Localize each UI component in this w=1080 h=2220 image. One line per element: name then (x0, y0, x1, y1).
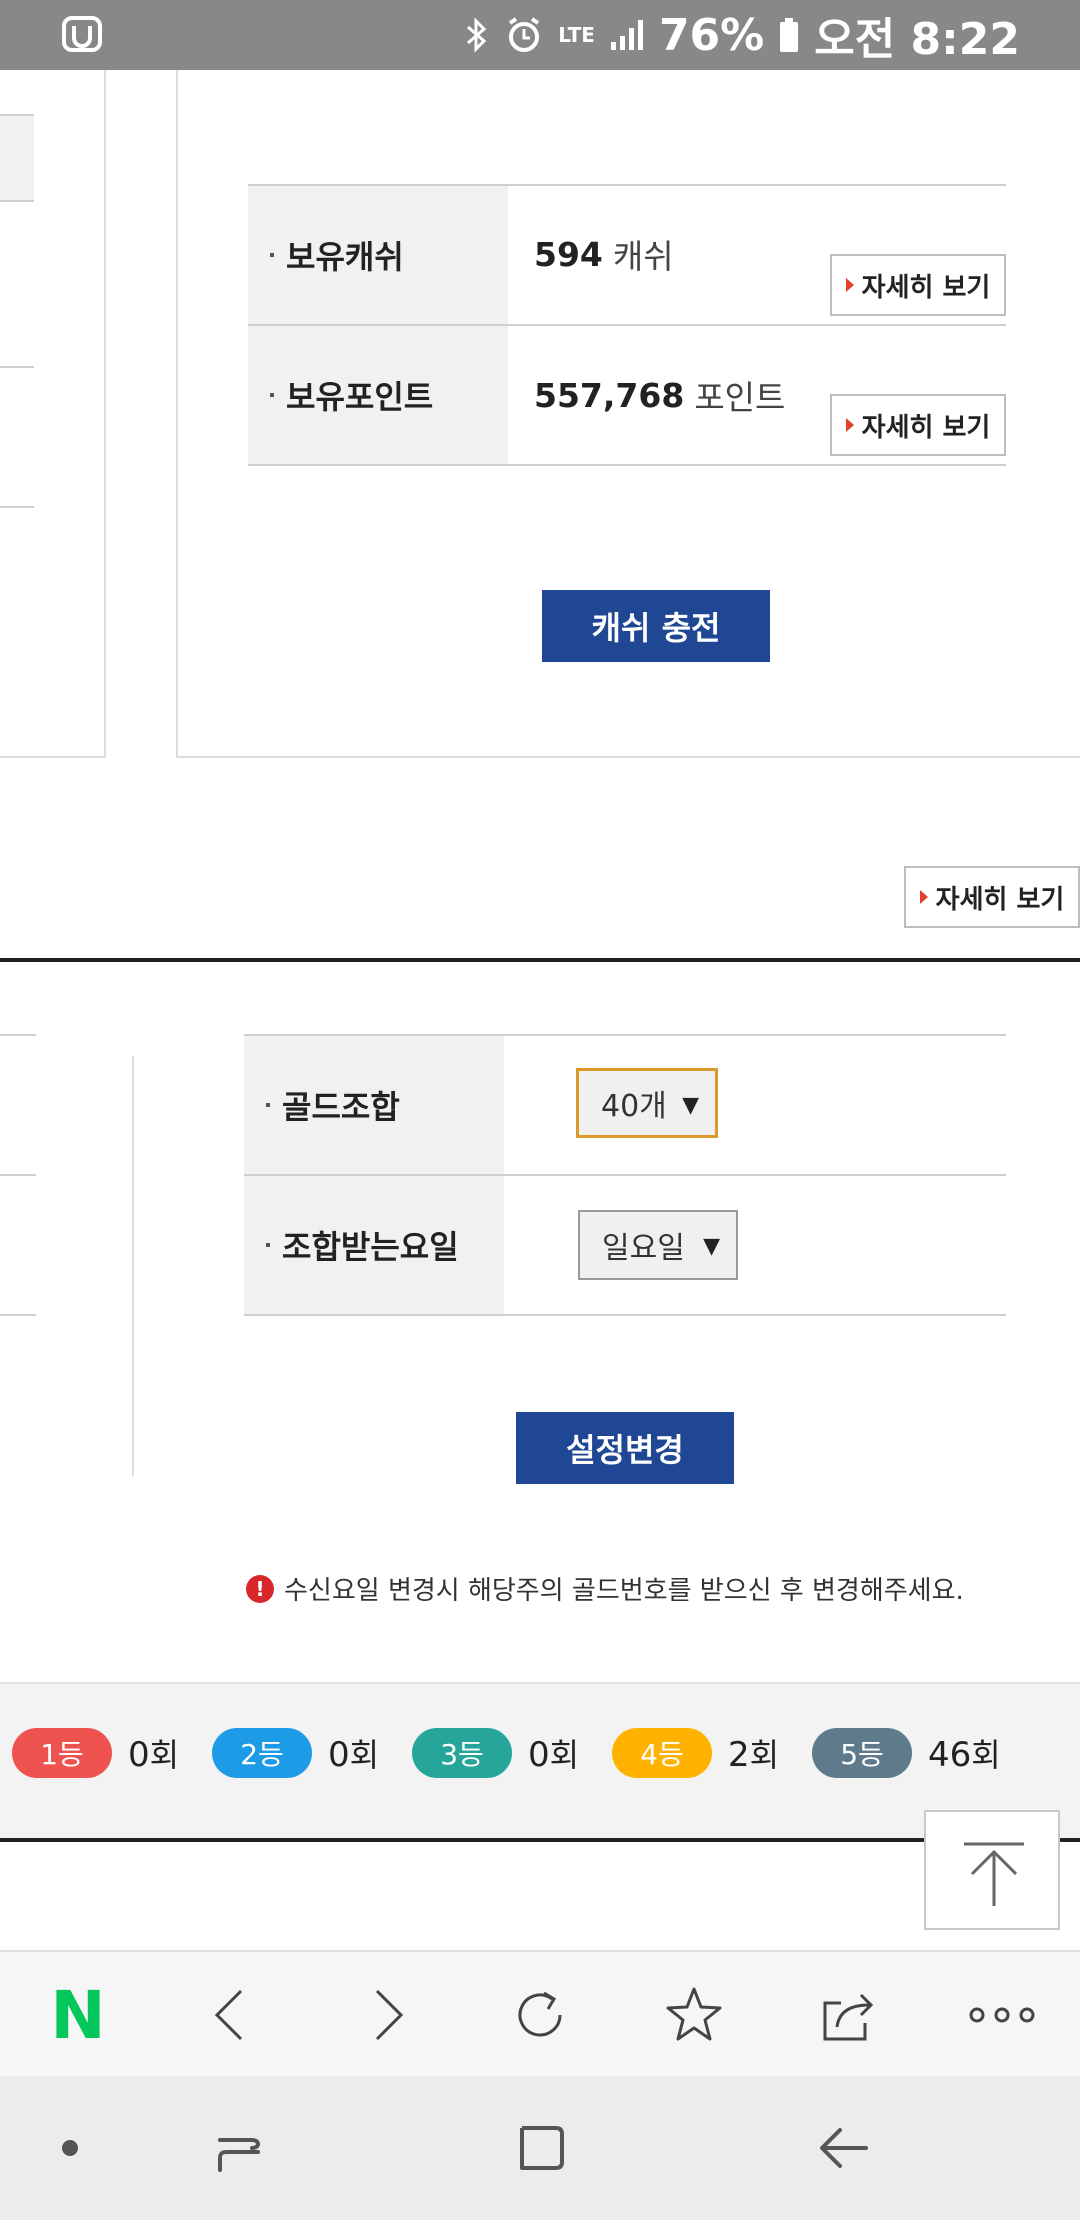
receive-day-label: 조합받는요일 (244, 1176, 504, 1314)
rank-suffix: 회 (971, 1736, 1001, 1774)
rank-count: 0 (128, 1735, 150, 1775)
left-panel-header (0, 114, 34, 202)
section-divider (0, 1838, 1080, 1842)
rank-suffix: 회 (549, 1736, 580, 1774)
bluetooth-icon (464, 17, 490, 53)
rank-badge: 4등 (612, 1728, 712, 1778)
refresh-icon[interactable] (480, 1952, 600, 2078)
settings-change-button[interactable]: 설정변경 (516, 1412, 734, 1484)
left-panel-divider (0, 366, 34, 368)
scroll-top-button[interactable] (924, 1810, 1060, 1930)
gold-combo-select[interactable]: 40개 ▼ (576, 1068, 718, 1138)
rank-item-4: 4등 2회 (612, 1728, 779, 1778)
alarm-icon (504, 15, 544, 55)
rank-suffix: 회 (349, 1736, 380, 1774)
rank-item-3: 3등 0회 (412, 1728, 579, 1778)
point-unit: 포인트 (694, 378, 786, 417)
recent-apps-icon[interactable] (170, 2076, 310, 2220)
caret-down-icon: ▼ (682, 1093, 699, 1118)
triangle-right-icon (845, 418, 854, 432)
gold-combo-row: 골드조합 40개 ▼ (244, 1036, 1006, 1176)
system-nav-bar (0, 2076, 1080, 2220)
point-amount: 557,768 (534, 375, 685, 415)
cash-row: 보유캐쉬 594 캐쉬 자세히 보기 (248, 186, 1006, 326)
star-icon[interactable] (634, 1952, 754, 2078)
clock: 오전 8:22 (814, 14, 1020, 65)
receive-day-select[interactable]: 일요일 ▼ (578, 1210, 738, 1280)
rank-badge: 2등 (212, 1728, 312, 1778)
rank-badge: 3등 (412, 1728, 512, 1778)
gold-settings-table: 골드조합 40개 ▼ 조합받는요일 일요일 ▼ (244, 1034, 1006, 1316)
receive-day-row: 조합받는요일 일요일 ▼ (244, 1176, 1006, 1316)
lte-indicator: LTE (558, 23, 595, 47)
rank-suffix: 회 (749, 1736, 780, 1774)
rank-item-1: 1등 0회 (12, 1728, 179, 1778)
warning-icon: ! (246, 1574, 274, 1603)
battery-percent: 76% (658, 9, 765, 61)
naver-logo[interactable]: N (18, 1952, 138, 2078)
notice-text: 수신요일 변경시 해당주의 골드번호를 받으신 후 변경해주세요. (284, 1576, 964, 1606)
browser-toolbar: N (0, 1950, 1080, 2076)
left-panel-divider (0, 1034, 36, 1036)
rank-count: 0 (528, 1735, 550, 1775)
cash-amount: 594 (534, 234, 603, 274)
rank-badge: 5등 (812, 1728, 912, 1778)
arrow-up-icon (964, 1842, 1024, 1906)
section-divider (0, 958, 1080, 962)
rank-count: 46 (928, 1735, 972, 1775)
home-icon[interactable] (472, 2076, 612, 2220)
cash-unit: 캐쉬 (612, 237, 674, 276)
page-content: 보유캐쉬 594 캐쉬 자세히 보기 보유포인트 557,768 포인트 자세히… (0, 70, 1080, 1950)
triangle-right-icon (919, 890, 928, 904)
gold-combo-label: 골드조합 (244, 1036, 504, 1174)
rank-count: 0 (328, 1735, 350, 1775)
rank-badge: 1등 (12, 1728, 112, 1778)
point-label: 보유포인트 (248, 326, 508, 464)
point-detail-button[interactable]: 자세히 보기 (830, 394, 1006, 456)
rank-suffix: 회 (149, 1736, 180, 1774)
cash-detail-button[interactable]: 자세히 보기 (830, 254, 1006, 316)
notice: ! 수신요일 변경시 해당주의 골드번호를 받으신 후 변경해주세요. (246, 1570, 964, 1607)
uplus-app-icon (62, 16, 102, 52)
left-panel-divider (0, 1174, 36, 1176)
left-panel-divider (0, 506, 34, 508)
cash-table: 보유캐쉬 594 캐쉬 자세히 보기 보유포인트 557,768 포인트 자세히… (248, 184, 1006, 466)
cash-label: 보유캐쉬 (248, 186, 508, 324)
point-row: 보유포인트 557,768 포인트 자세히 보기 (248, 326, 1006, 466)
signal-icon (609, 18, 645, 52)
forward-icon[interactable] (328, 1952, 448, 2078)
rank-count: 2 (728, 1735, 750, 1775)
rank-summary-bar: 1등 0회 2등 0회 3등 0회 4등 2회 5등 46회 (0, 1682, 1080, 1838)
triangle-right-icon (845, 278, 854, 292)
cash-charge-button[interactable]: 캐쉬 충전 (542, 590, 770, 662)
battery-icon (778, 17, 800, 53)
left-panel-divider (0, 1314, 36, 1316)
section-detail-button[interactable]: 자세히 보기 (904, 866, 1080, 928)
dot-icon[interactable] (0, 2076, 140, 2220)
more-icon[interactable] (942, 1952, 1062, 2078)
back-nav-icon[interactable] (774, 2076, 914, 2220)
rank-item-5: 5등 46회 (812, 1728, 1001, 1778)
rank-item-2: 2등 0회 (212, 1728, 379, 1778)
status-bar: LTE 76% 오전 8:22 (0, 0, 1080, 70)
share-icon[interactable] (788, 1952, 908, 2078)
caret-down-icon: ▼ (703, 1234, 720, 1259)
vertical-divider (132, 1056, 134, 1476)
back-icon[interactable] (170, 1952, 290, 2078)
